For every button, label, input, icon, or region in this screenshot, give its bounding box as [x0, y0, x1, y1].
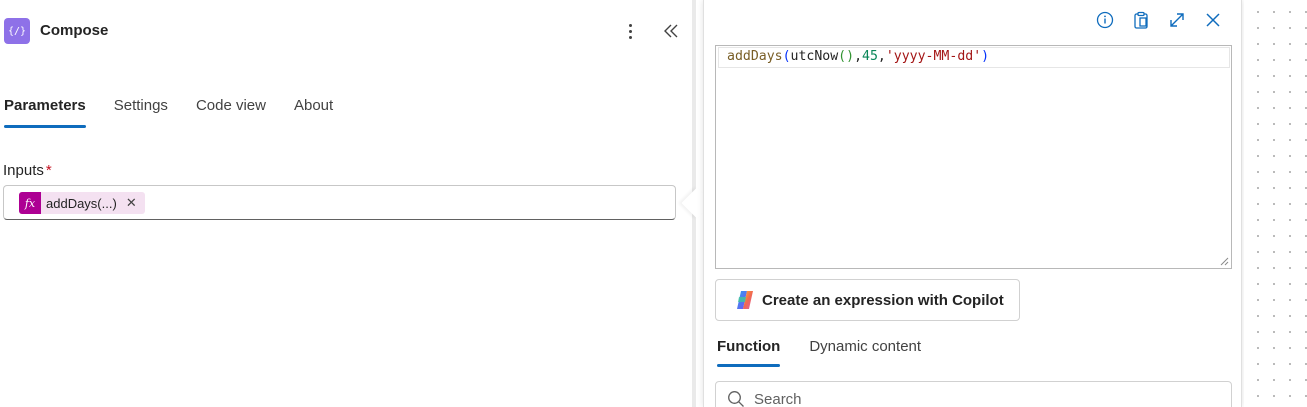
inputs-label-text: Inputs — [3, 162, 44, 179]
action-details-pane: {/} Compose Parameters Settings Code vie… — [0, 0, 690, 407]
remove-token-icon[interactable]: ✕ — [126, 195, 137, 211]
code-token: addDays — [727, 49, 783, 64]
search-icon — [728, 391, 744, 407]
tab-code-view[interactable]: Code view — [196, 97, 266, 128]
code-token: 45 — [862, 49, 878, 64]
code-token: () — [838, 49, 855, 64]
panel-toolbar — [1087, 9, 1231, 31]
collapse-panel-icon[interactable] — [660, 20, 682, 42]
action-title: Compose — [40, 22, 109, 39]
paste-icon[interactable] — [1123, 9, 1159, 31]
tab-about[interactable]: About — [294, 97, 333, 128]
code-token: ( — [782, 49, 791, 64]
inputs-field[interactable]: fx addDays(...) ✕ — [3, 185, 676, 220]
code-token: ) — [981, 49, 990, 64]
create-expression-copilot-button[interactable]: Create an expression with Copilot — [715, 279, 1020, 321]
code-token: , — [854, 49, 863, 64]
token-label: addDays(...) — [46, 195, 117, 211]
inputs-label: Inputs * — [3, 162, 52, 179]
code-token: 'yyyy-MM-dd' — [885, 49, 982, 64]
close-icon[interactable] — [1195, 9, 1231, 31]
expression-editor[interactable]: addDays(utcNow(),45,'yyyy-MM-dd') — [715, 45, 1232, 269]
fx-icon: fx — [19, 192, 41, 214]
search-input[interactable] — [754, 389, 1154, 407]
expression-code: addDays(utcNow(),45,'yyyy-MM-dd') — [727, 49, 989, 64]
expression-token[interactable]: fx addDays(...) ✕ — [19, 192, 145, 214]
tab-settings[interactable]: Settings — [114, 97, 168, 128]
expand-icon[interactable] — [1159, 9, 1195, 31]
more-options-icon[interactable] — [620, 20, 640, 42]
code-token: , — [877, 49, 886, 64]
copilot-icon — [737, 291, 753, 309]
details-tabs: Parameters Settings Code view About — [4, 97, 361, 128]
required-marker: * — [45, 162, 52, 179]
resize-handle-icon[interactable] — [1219, 256, 1229, 266]
action-icon-glyph: {/} — [7, 25, 27, 37]
function-search-box[interactable] — [715, 381, 1232, 407]
info-icon[interactable] — [1087, 9, 1123, 31]
braces-icon: {/} — [4, 18, 30, 44]
copilot-button-label: Create an expression with Copilot — [762, 291, 1004, 309]
tab-parameters[interactable]: Parameters — [4, 97, 86, 128]
designer-canvas[interactable] — [1244, 0, 1307, 407]
tab-dynamic-content[interactable]: Dynamic content — [809, 338, 921, 367]
code-token: utcNow — [790, 49, 839, 64]
expression-tabs: Function Dynamic content — [717, 338, 950, 367]
expression-editor-panel: addDays(utcNow(),45,'yyyy-MM-dd') Create… — [703, 0, 1242, 407]
tab-function[interactable]: Function — [717, 338, 781, 367]
